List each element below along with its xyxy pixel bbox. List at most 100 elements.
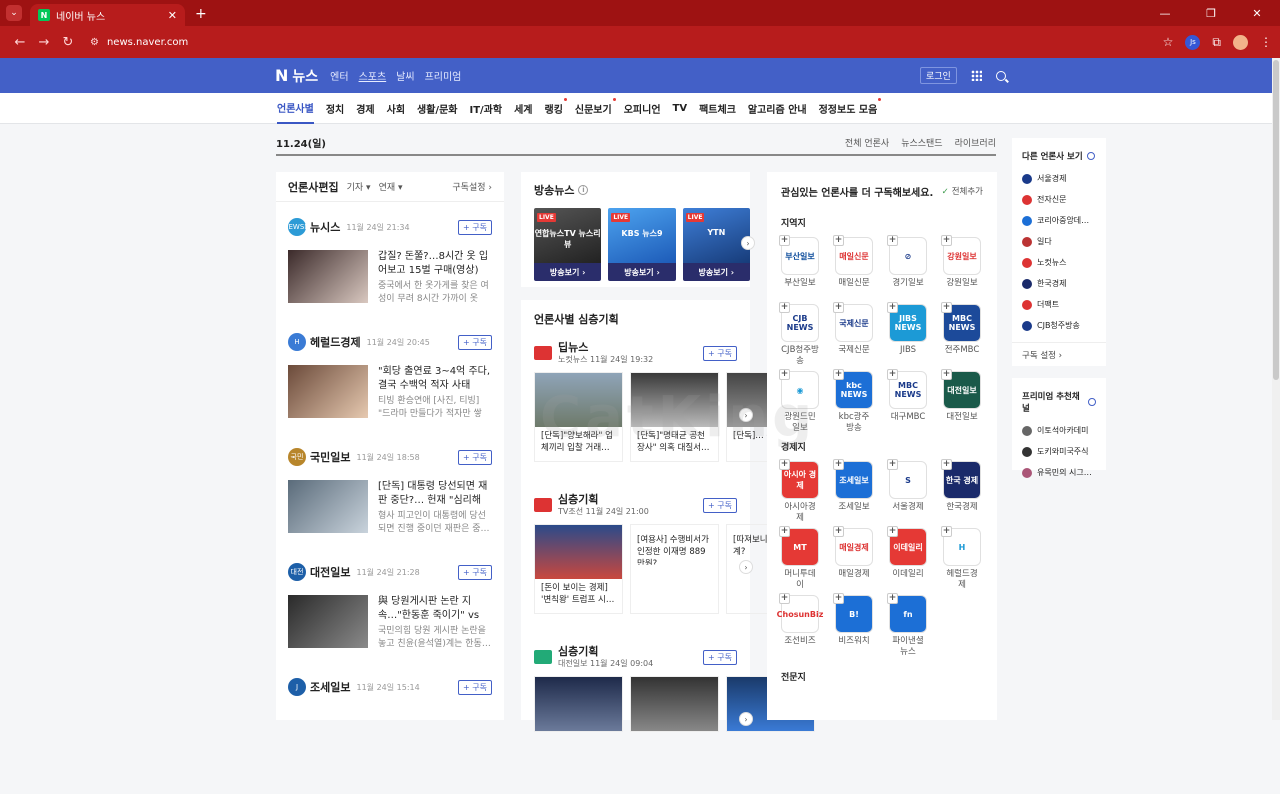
deep-group-name[interactable]: 심층기획 <box>558 493 649 506</box>
link-library[interactable]: 라이브러리 <box>955 136 996 149</box>
broadcast-thumbnail[interactable]: LIVE YTN <box>682 208 750 263</box>
add-press-icon[interactable]: + <box>887 235 898 246</box>
info-circle-icon[interactable] <box>1088 398 1096 406</box>
new-tab-button[interactable]: + <box>195 6 207 22</box>
press-item[interactable]: fn + 파이낸셜뉴스 <box>887 593 927 658</box>
category-tab[interactable]: IT/과학 <box>469 93 502 124</box>
press-item[interactable]: 이데일리 + 이데일리 <box>887 526 927 591</box>
press-item[interactable]: 아시아 경제 + 아시아경제 <box>779 459 819 524</box>
info-icon[interactable]: i <box>578 185 589 195</box>
add-all-button[interactable]: ✓ 전체추가 <box>942 185 983 197</box>
menu-entertainment[interactable]: 엔터 <box>330 68 348 83</box>
subscribe-settings-link[interactable]: 구독설정 › <box>452 180 492 193</box>
press-item[interactable]: kbc NEWS + kbc광주방송 <box>833 369 873 434</box>
add-press-icon[interactable]: + <box>779 459 790 470</box>
deep-card[interactable]: [단독]"양보해라" 업체끼리 입찰 거래… <box>534 372 623 462</box>
deep-card-text[interactable]: [단독]"양보해라" 업체끼리 입찰 거래… <box>535 427 622 461</box>
subscribe-button[interactable]: + 구독 <box>703 649 737 665</box>
press-item[interactable]: 대전일보 + 대전일보 <box>941 369 981 434</box>
subscribe-button[interactable]: + 구독 <box>458 334 492 350</box>
broadcast-thumbnail[interactable]: LIVE KBS 뉴스9 <box>608 208 676 263</box>
other-press-item[interactable]: 한국경제 <box>1012 273 1106 294</box>
press-item[interactable]: 부산일보 + 부산일보 <box>779 235 819 300</box>
deep-card-text[interactable]: [여용사] 수행비서가 인정한 이재명 889만원? <box>631 531 718 565</box>
article-headline[interactable]: 갑질? 돈쭐?…8시간 옷 입어보고 15벌 구매(영상) <box>378 250 492 278</box>
filter-series[interactable]: 연재 ▾ <box>379 180 403 193</box>
add-press-icon[interactable]: + <box>887 593 898 604</box>
bookmark-star-icon[interactable]: ☆ <box>1163 35 1174 49</box>
reload-icon[interactable]: ↻ <box>56 35 80 50</box>
press-logo[interactable]: MT + <box>779 526 819 566</box>
press-item[interactable]: CJB NEWS + CJB청주방송 <box>779 302 819 367</box>
category-tab[interactable]: 팩트체크 <box>699 93 736 124</box>
deep-card-image[interactable] <box>535 525 622 579</box>
other-press-item[interactable]: 서울경제 <box>1012 168 1106 189</box>
press-item[interactable]: 조세일보 + 조세일보 <box>833 459 873 524</box>
deep-card-text[interactable]: [단독]"명태균 공천 장사" 의혹 대질서… <box>631 427 718 461</box>
profile-avatar[interactable] <box>1233 34 1248 50</box>
other-press-item[interactable]: 노컷뉴스 <box>1012 252 1106 273</box>
press-logo[interactable]: H + <box>941 526 981 566</box>
press-logo[interactable]: JIBS NEWS + <box>887 302 927 342</box>
watch-broadcast-button[interactable]: 방송보기 › <box>608 263 676 281</box>
add-press-icon[interactable]: + <box>779 526 790 537</box>
subscribe-button[interactable]: + 구독 <box>458 449 492 465</box>
press-item[interactable]: MBC NEWS + 대구MBC <box>887 369 927 434</box>
article-item[interactable]: 與 당원게시판 논란 지속…"한동훈 죽이기" vs "해명 … 국민의힘 당원 … <box>288 595 492 651</box>
press-logo[interactable]: B! + <box>833 593 873 633</box>
add-press-icon[interactable]: + <box>941 459 952 470</box>
info-circle-icon[interactable] <box>1086 152 1095 160</box>
deep-card-text[interactable]: [돈이 보이는 경제] '변칙왕' 트럼프 시… <box>535 579 622 613</box>
press-logo[interactable]: 국제신문 + <box>833 302 873 342</box>
subscribe-settings[interactable]: 구독 설정 › <box>1012 342 1106 367</box>
category-tab[interactable]: 알고리즘 안내 <box>748 93 807 124</box>
add-press-icon[interactable]: + <box>833 302 844 313</box>
press-logo[interactable]: 조세일보 + <box>833 459 873 499</box>
category-tab[interactable]: 정치 <box>326 93 344 124</box>
article-thumbnail[interactable] <box>288 250 368 303</box>
press-item[interactable]: MBC NEWS + 전주MBC <box>941 302 981 367</box>
press-item[interactable]: ⊘ + 경기일보 <box>887 235 927 300</box>
article-item[interactable]: [단독] 대통령 당선되면 재판 중단?… 헌재 "심리해 봐야… 형사 피고인이… <box>288 480 492 536</box>
add-press-icon[interactable]: + <box>833 235 844 246</box>
publisher-name[interactable]: 국민일보 <box>310 449 350 465</box>
press-item[interactable]: ChosunBiz + 조선비즈 <box>777 593 823 658</box>
add-press-icon[interactable]: + <box>887 302 898 313</box>
category-tab[interactable]: 랭킹 <box>545 93 567 124</box>
scrollbar-thumb[interactable] <box>1273 60 1279 380</box>
deep-card[interactable]: [여용사] 수행비서가 인정한 이재명 889만원? <box>630 524 719 614</box>
press-item[interactable]: MT + 머니투데이 <box>779 526 819 591</box>
category-tab[interactable]: 오피니언 <box>624 93 661 124</box>
add-press-icon[interactable]: + <box>833 526 844 537</box>
press-item[interactable]: H + 헤럴드경제 <box>941 526 981 591</box>
deep-card[interactable] <box>630 676 719 732</box>
deep-card[interactable]: [단독]"명태균 공천 장사" 의혹 대질서… <box>630 372 719 462</box>
article-item[interactable]: 갑질? 돈쭐?…8시간 옷 입어보고 15벌 구매(영상) 중국에서 한 옷가게를… <box>288 250 492 306</box>
deep-card-image[interactable] <box>631 677 718 731</box>
category-tab[interactable]: 신문보기 <box>575 93 616 124</box>
add-press-icon[interactable]: + <box>941 235 952 246</box>
other-press-item[interactable]: 코리아중앙데… <box>1012 210 1106 231</box>
page-scrollbar[interactable] <box>1272 58 1280 720</box>
press-item[interactable]: ◉ + 광원드민일보 <box>779 369 819 434</box>
login-button[interactable]: 로그인 <box>920 67 957 84</box>
premium-channel-item[interactable]: 도키와미국주식 <box>1012 441 1106 462</box>
publisher-name[interactable]: 뉴시스 <box>310 219 340 235</box>
press-logo[interactable]: 매일신문 + <box>833 235 873 275</box>
news-logo[interactable]: N 뉴스 <box>275 66 318 86</box>
other-press-item[interactable]: CJB청주방송 <box>1012 315 1106 336</box>
broadcast-card[interactable]: LIVE YTN 방송보기 › <box>682 208 750 281</box>
press-logo[interactable]: MBC NEWS + <box>941 302 981 342</box>
publisher-name[interactable]: 헤럴드경제 <box>310 334 361 350</box>
menu-sports[interactable]: 스포츠 <box>359 68 387 83</box>
publisher-name[interactable]: 대전일보 <box>310 564 350 580</box>
deep-card[interactable]: [돈이 보이는 경제] '변칙왕' 트럼프 시… <box>534 524 623 614</box>
add-press-icon[interactable]: + <box>833 369 844 380</box>
subscribe-button[interactable]: + 구독 <box>458 564 492 580</box>
article-item[interactable]: "회당 출연료 3~4억 주다, 결국 수백억 적자 사태 터… 티빙 환승연애 … <box>288 365 492 421</box>
add-press-icon[interactable]: + <box>887 459 898 470</box>
next-arrow-icon[interactable]: › <box>739 560 753 574</box>
category-tab[interactable]: 언론사별 <box>277 93 314 124</box>
press-logo[interactable]: 부산일보 + <box>779 235 819 275</box>
broadcast-card[interactable]: LIVE 연합뉴스TV 뉴스리뷰 방송보기 › <box>534 208 602 281</box>
